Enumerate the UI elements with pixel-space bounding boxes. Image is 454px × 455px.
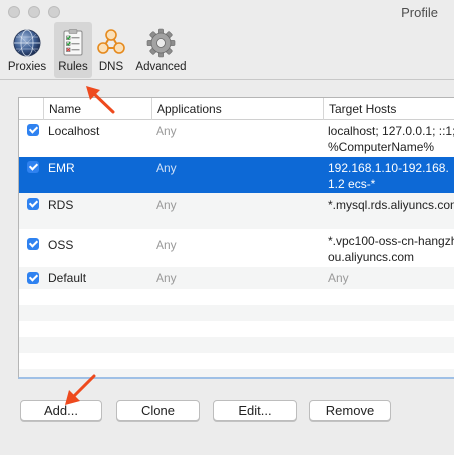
preferences-toolbar: Proxies Rules DNS Advanced [0, 22, 454, 80]
table-row[interactable]: OSS Any *.vpc100-oss-cn-hangzhou.aliyunc… [19, 229, 454, 267]
toolbar-tab-dns[interactable]: DNS [94, 22, 128, 78]
column-header-applications[interactable]: Applications [151, 98, 323, 120]
rule-applications: Any [156, 271, 177, 285]
rule-name: OSS [48, 238, 74, 252]
row-enabled-checkbox[interactable] [27, 272, 39, 284]
zoom-window-button[interactable] [48, 6, 60, 18]
toolbar-label-proxies: Proxies [7, 61, 47, 73]
rules-checklist-icon [63, 29, 83, 56]
rule-target-hosts: localhost; 127.0.0.1; ::1; %ComputerName… [328, 124, 454, 154]
row-enabled-checkbox[interactable] [27, 124, 39, 136]
rule-name: Localhost [48, 124, 100, 138]
rule-applications: Any [156, 238, 177, 252]
table-row[interactable]: EMR Any 192.168.1.10-192.168.1.2 ecs-* [19, 157, 454, 193]
rule-applications: Any [156, 198, 177, 212]
globe-icon [13, 29, 41, 57]
annotation-arrow-icon [65, 374, 96, 405]
row-enabled-checkbox[interactable] [27, 198, 39, 210]
empty-row [19, 305, 454, 321]
rules-table[interactable]: Name Applications Target Hosts Localhost… [18, 97, 454, 379]
toolbar-tab-rules[interactable]: Rules [54, 22, 92, 78]
column-header-target-hosts[interactable]: Target Hosts [323, 98, 454, 120]
row-enabled-checkbox[interactable] [27, 238, 39, 250]
rule-target-hosts: 192.168.1.10-192.168.1.2 ecs-* [328, 161, 449, 191]
empty-row [19, 353, 454, 369]
remove-rule-button[interactable]: Remove [309, 400, 391, 421]
rule-applications: Any [156, 161, 177, 175]
window-title: Profile [401, 5, 438, 20]
toolbar-label-dns: DNS [98, 61, 124, 73]
close-window-button[interactable] [8, 6, 20, 18]
column-header-enabled[interactable] [19, 98, 43, 120]
minimize-window-button[interactable] [28, 6, 40, 18]
empty-row [19, 337, 454, 353]
empty-row [19, 321, 454, 337]
toolbar-tab-advanced[interactable]: Advanced [128, 22, 194, 78]
rule-name: EMR [48, 161, 75, 175]
table-row[interactable]: RDS Any *.mysql.rds.aliyuncs.com [19, 193, 454, 229]
rule-target-hosts: *.mysql.rds.aliyuncs.com [328, 198, 454, 212]
rule-target-hosts: *.vpc100-oss-cn-hangzhou.aliyuncs.com [328, 234, 454, 264]
rule-name: Default [48, 271, 87, 285]
table-row[interactable]: Default Any Any [19, 267, 454, 289]
dns-nodes-icon [97, 29, 125, 54]
rule-name: RDS [48, 198, 74, 212]
toolbar-tab-proxies[interactable]: Proxies [4, 22, 50, 78]
row-enabled-checkbox[interactable] [27, 161, 39, 173]
annotation-arrow-icon [86, 86, 115, 114]
toolbar-label-advanced: Advanced [135, 61, 187, 73]
rule-target-hosts: Any [328, 271, 349, 285]
rule-applications: Any [156, 124, 177, 138]
gear-icon [146, 28, 176, 58]
table-row[interactable]: Localhost Any localhost; 127.0.0.1; ::1;… [19, 120, 454, 157]
empty-row [19, 289, 454, 305]
clone-rule-button[interactable]: Clone [116, 400, 200, 421]
toolbar-label-rules: Rules [58, 61, 88, 73]
edit-rule-button[interactable]: Edit... [213, 400, 297, 421]
